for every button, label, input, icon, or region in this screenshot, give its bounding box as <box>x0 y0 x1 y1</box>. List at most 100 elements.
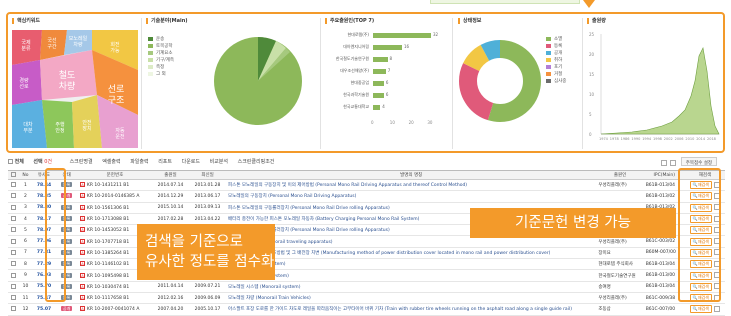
row-checkbox[interactable] <box>8 303 19 316</box>
select-all-checkbox[interactable]: 전체 <box>8 156 24 168</box>
research-button[interactable]: 🔍재검색 <box>689 305 712 314</box>
pdf-icon[interactable]: A <box>79 306 85 312</box>
row-docno[interactable]: A KR 10-2007-0041074 A <box>77 303 152 316</box>
row-filed: 2014.07.14 <box>151 179 190 192</box>
pdf-icon[interactable]: A <box>79 295 85 301</box>
toolbar-report-button[interactable]: 리포트 <box>158 156 172 168</box>
row-docno[interactable]: A KR 10-1431211 B1 <box>77 179 152 192</box>
row-docno[interactable]: A KR 10-1713088 B1 <box>77 213 152 226</box>
trend-y-tick: 0 <box>589 132 592 137</box>
table-row[interactable]: 2 78.35 공개 A KR 10-2014-0146385 A 2014.12.29 2… <box>8 190 725 203</box>
status-panel: 상태정보 소멸 등록 공개 취하 포기 거절 심사중 <box>458 18 578 149</box>
keyword-label[interactable]: 선로 <box>108 84 125 95</box>
pdf-icon[interactable]: A <box>79 272 85 278</box>
keyword-label[interactable]: 경량 <box>19 77 29 84</box>
applicant-value: 8 <box>389 56 393 61</box>
keyword-label[interactable]: 자동 <box>115 127 125 134</box>
table-row[interactable]: 11 75.47 등록 A KR 10-1117658 B1 2012.02.16 2009… <box>8 292 725 305</box>
keyword-label[interactable]: 회전 <box>110 41 120 48</box>
row-no: 7 <box>18 247 33 260</box>
pdf-icon[interactable]: A <box>79 261 85 267</box>
keyword-label[interactable]: 분류 <box>21 46 31 52</box>
toolbar-download-button[interactable]: 다운로드 <box>182 156 200 168</box>
applicant-axis-tick: 10 <box>389 120 395 125</box>
keyword-label[interactable]: 안전 <box>82 119 92 126</box>
row-docno[interactable]: A KR 10-1117658 B1 <box>77 292 152 305</box>
keyword-label[interactable]: 국제 <box>21 39 31 46</box>
header-checkbox[interactable] <box>8 170 19 180</box>
row-checkbox[interactable] <box>8 190 19 203</box>
header-filed[interactable]: 출원일 <box>151 170 190 180</box>
pdf-icon[interactable]: A <box>79 193 85 199</box>
row-title-link[interactable]: 대차 시스템 (Bogie system) <box>226 258 597 271</box>
expand-icon[interactable] <box>713 305 720 312</box>
applicant-label: 현대중공업 <box>350 80 369 85</box>
pdf-icon[interactable]: A <box>79 249 85 255</box>
keyword-label[interactable]: 가능 <box>110 47 120 54</box>
row-title-link[interactable]: 모노레일의 배전장치 제조방법 및 그 배전장 치변 (Manufacturin… <box>226 247 597 260</box>
pdf-icon[interactable]: A <box>79 204 85 210</box>
table-row[interactable]: 877.29등록AKR 10-1146102 B12012.05.082010.… <box>8 258 725 271</box>
keyword-label[interactable]: 부분 <box>23 128 33 134</box>
header-title[interactable]: 발명의 명칭 <box>226 170 597 180</box>
toolbar-excel-button[interactable]: 엑셀출력 <box>102 156 120 168</box>
row-checkbox[interactable] <box>8 281 19 293</box>
row-title-link[interactable]: 모노레일의 구동장치 (Personal Mono Rail Driving A… <box>226 190 597 203</box>
pdf-icon[interactable]: A <box>79 283 85 289</box>
row-checkbox[interactable] <box>8 258 19 271</box>
score-setting-button[interactable]: 주목점수 설정 <box>680 157 717 166</box>
row-checkbox[interactable] <box>8 247 19 260</box>
keyword-label[interactable]: 모노레일 <box>69 35 88 42</box>
keyword-label[interactable]: 차량 <box>59 80 76 92</box>
keyword-label[interactable]: 차량 <box>73 41 83 48</box>
row-title-link[interactable]: 모노레일 차량 (Monorail Train Vehicles) <box>226 292 597 305</box>
keyword-label[interactable]: 선로 <box>19 83 29 90</box>
list-view-icon[interactable] <box>660 159 667 166</box>
toolbar-screen-button[interactable]: 스크린명결 <box>70 156 93 168</box>
keyword-label[interactable]: 구간 <box>47 43 57 50</box>
grid-view-icon[interactable] <box>670 159 677 166</box>
table-row[interactable]: 10 75.70 등록 A KR 10-1030474 B1 2011.04.14 2009… <box>8 281 725 293</box>
row-checkbox[interactable] <box>8 235 19 248</box>
row-checkbox[interactable] <box>8 292 19 305</box>
toolbar-clipping-button[interactable]: 스크린클리핑조건 <box>238 156 275 168</box>
row-title-link[interactable]: 아스팔트 포장 도로를 한 가이드 차도로 레일을 따라움직이는 고무타이어 바… <box>226 303 597 316</box>
keyword-label[interactable]: 주행 <box>55 121 65 128</box>
keyword-label[interactable]: 장치 <box>82 125 91 132</box>
toolbar-compare-button[interactable]: 비교분석 <box>210 156 228 168</box>
trend-x-tick: 1994 <box>642 137 652 141</box>
keyword-label[interactable]: 안정 <box>55 127 64 134</box>
table-row[interactable]: 777.81등록AKR 10-1385264 B12014.04.082012.… <box>8 247 725 260</box>
row-checkbox[interactable] <box>8 269 19 282</box>
pdf-icon[interactable]: A <box>79 227 85 233</box>
pdf-icon[interactable]: A <box>79 238 85 244</box>
row-checkbox[interactable] <box>8 202 19 214</box>
row-checkbox[interactable] <box>8 224 19 237</box>
row-checkbox[interactable] <box>8 179 19 192</box>
row-docno[interactable]: A KR 10-2014-0146385 A <box>77 190 152 203</box>
keyword-label[interactable]: 구조 <box>108 95 125 106</box>
header-latest[interactable]: 최신일 <box>189 170 227 180</box>
table-row[interactable]: 12 75.07 공개 A KR 10-2007-0041074 A 2007.04.20… <box>8 303 725 316</box>
pdf-icon[interactable]: A <box>79 182 85 188</box>
header-applicant[interactable]: 출원인 <box>596 170 644 180</box>
row-docno[interactable]: A KR 10-1561306 B1 <box>77 202 152 214</box>
row-checkbox[interactable] <box>8 213 19 226</box>
table-row[interactable]: 976.93등록AKR 10-1095498 B12011.12.092010.… <box>8 269 725 282</box>
keyword-label[interactable]: 철도 <box>59 70 76 81</box>
applicant-axis-tick: 30 <box>427 120 433 125</box>
row-title-link[interactable]: 피스톤 모노레일의 구동장치 및 이의 제어방법 (Personal Mono … <box>226 179 597 192</box>
header-docno[interactable]: 문헌번호 <box>77 170 152 180</box>
status-legend-item: 소멸 <box>546 36 566 43</box>
keyword-label[interactable]: 국선 <box>47 37 57 44</box>
row-state: 공개 <box>55 303 78 316</box>
row-change[interactable]: 🔍재검색 <box>684 303 725 316</box>
table-row[interactable]: 1 78.44 등록 A KR 10-1431211 B1 2014.07.14 2013.… <box>8 179 725 192</box>
row-docno[interactable]: A KR 10-1030474 B1 <box>77 281 152 293</box>
keyword-label[interactable]: 운전 <box>115 133 125 140</box>
keyword-label[interactable]: 대차 <box>23 121 33 128</box>
row-title-link[interactable]: 모노레일 시스템 (Monorail system) <box>226 281 597 293</box>
row-title-link[interactable]: 차량 시스템 (Vehicle system) <box>226 269 597 282</box>
pdf-icon[interactable]: A <box>79 216 85 222</box>
toolbar-file-button[interactable]: 파일출력 <box>130 156 148 168</box>
